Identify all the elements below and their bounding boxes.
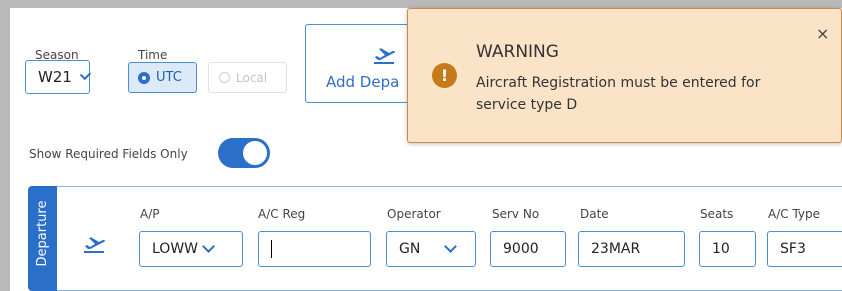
season-select[interactable]: W21 xyxy=(25,60,92,94)
radio-unselected-icon xyxy=(219,72,230,83)
ap-value: LOWW xyxy=(152,241,199,257)
operator-label: Operator xyxy=(387,207,441,221)
time-local-radio[interactable]: Local xyxy=(208,62,287,93)
chevron-down-icon xyxy=(202,240,215,253)
serv-no-label: Serv No xyxy=(492,207,540,221)
date-input[interactable]: 23MAR xyxy=(578,231,685,267)
utc-label: UTC xyxy=(156,70,182,85)
seats-input[interactable]: 10 xyxy=(699,231,756,267)
seats-label: Seats xyxy=(700,207,734,221)
operator-select[interactable]: GN xyxy=(386,231,476,267)
required-fields-label: Show Required Fields Only xyxy=(29,147,188,161)
ap-select[interactable]: LOWW xyxy=(139,231,243,267)
departure-tab: Departure xyxy=(28,186,57,291)
departure-tab-label: Departure xyxy=(35,200,50,267)
ac-type-label: A/C Type xyxy=(768,207,821,221)
serv-no-input[interactable]: 9000 xyxy=(490,231,566,267)
chevron-down-icon xyxy=(79,68,92,81)
required-fields-toggle[interactable] xyxy=(218,138,270,168)
operator-value: GN xyxy=(399,241,421,257)
serv-no-value: 9000 xyxy=(503,241,539,257)
add-departure-label: Add Depa xyxy=(326,73,400,91)
ap-label: A/P xyxy=(140,207,160,221)
plane-departure-icon xyxy=(374,48,395,64)
time-utc-radio[interactable]: UTC xyxy=(128,62,197,93)
exclamation-icon: ! xyxy=(432,63,457,88)
ac-type-input[interactable]: SF3 xyxy=(767,231,842,267)
chevron-down-icon xyxy=(444,240,458,253)
warning-message: Aircraft Registration must be entered fo… xyxy=(476,75,761,113)
radio-selected-icon xyxy=(138,71,150,84)
warning-toast: ! WARNING Aircraft Registration must be … xyxy=(407,8,842,143)
ac-reg-input[interactable] xyxy=(258,231,371,267)
add-departure-button[interactable]: Add Depa xyxy=(305,24,415,103)
local-label: Local xyxy=(236,70,268,85)
season-value: W21 xyxy=(38,68,72,86)
plane-departure-icon xyxy=(84,237,105,253)
toggle-knob xyxy=(243,141,267,165)
date-value: 23MAR xyxy=(591,241,641,257)
ac-reg-label: A/C Reg xyxy=(258,207,306,221)
seats-value: 10 xyxy=(712,241,730,257)
close-icon[interactable]: × xyxy=(816,24,829,43)
warning-title: WARNING xyxy=(476,42,559,62)
time-label: Time xyxy=(138,48,168,62)
text-cursor xyxy=(271,240,272,258)
date-label: Date xyxy=(580,207,609,221)
ac-type-value: SF3 xyxy=(780,241,806,257)
